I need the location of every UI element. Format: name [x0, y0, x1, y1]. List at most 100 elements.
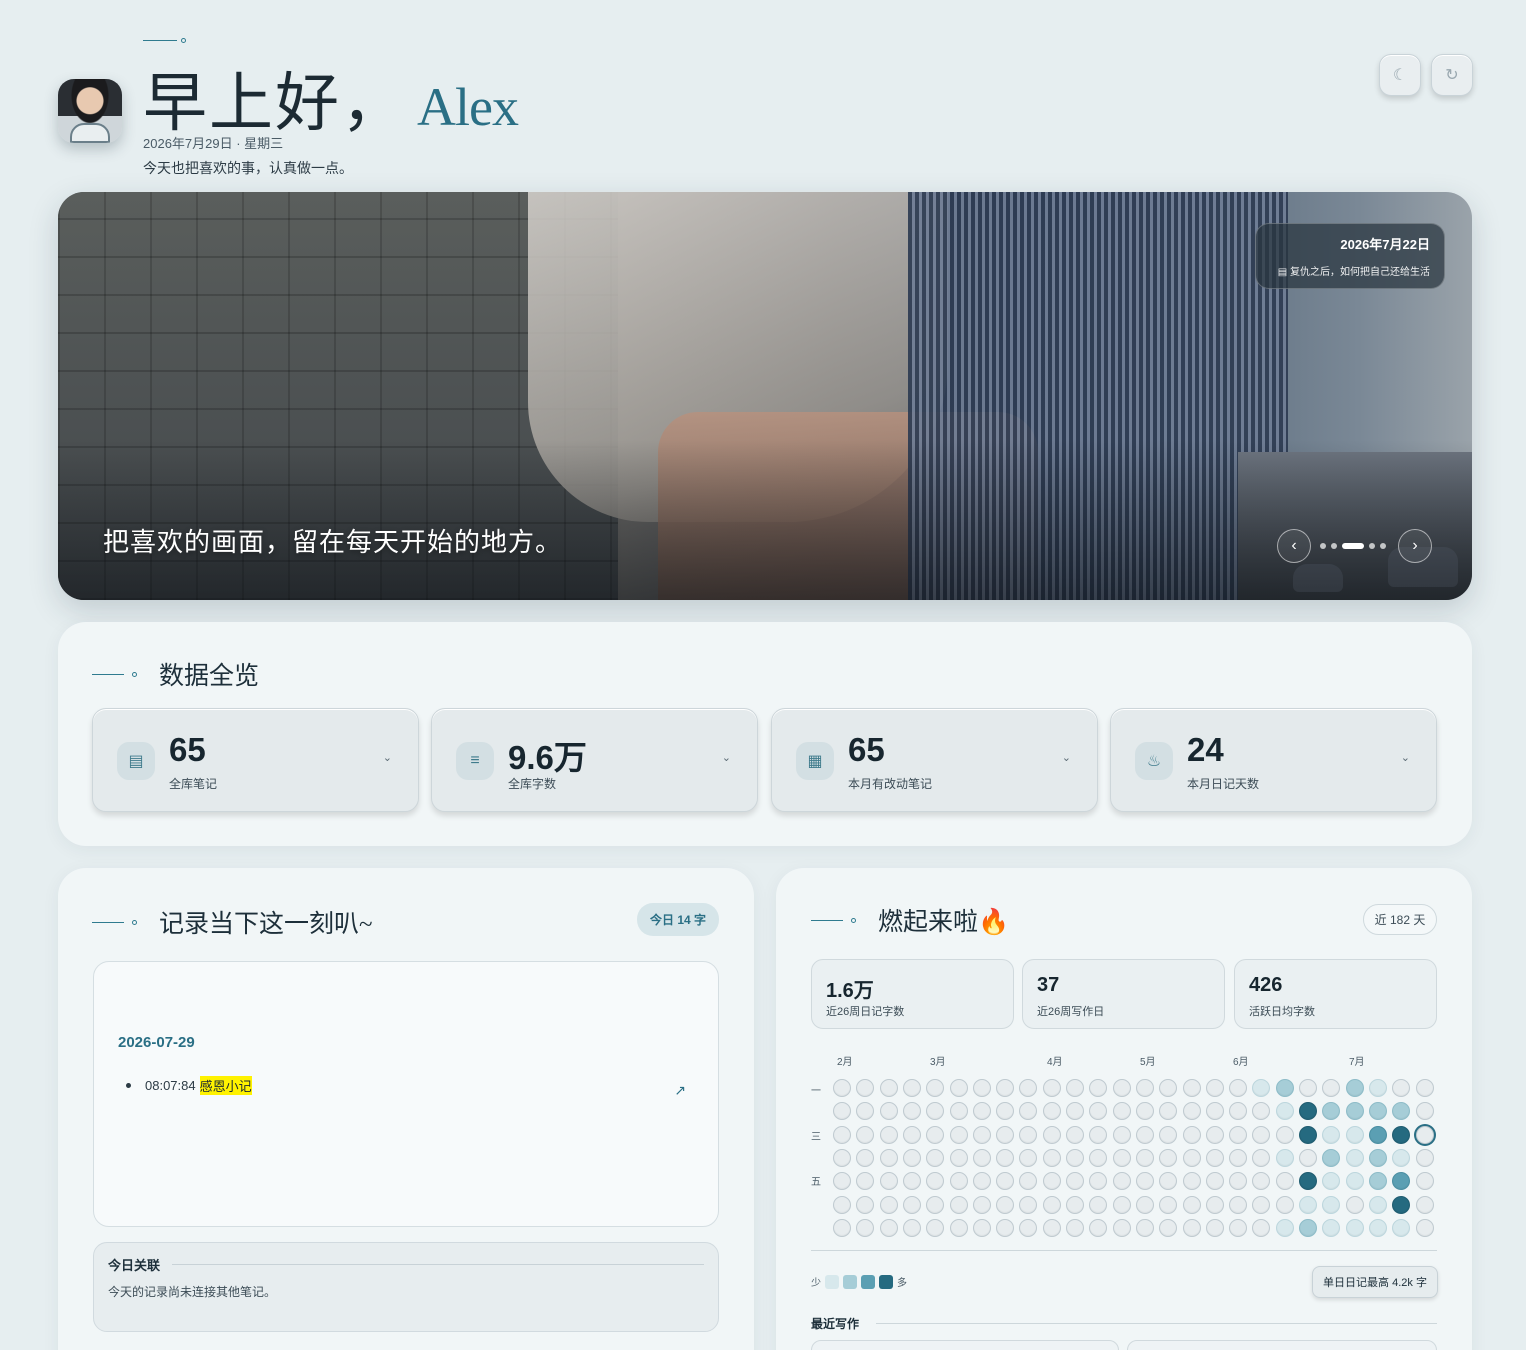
heatmap-cell[interactable]	[1392, 1079, 1411, 1097]
heatmap-cell[interactable]	[1205, 1102, 1224, 1121]
heatmap-cell[interactable]	[1299, 1148, 1317, 1167]
heatmap-cell[interactable]	[1066, 1125, 1084, 1144]
heatmap-cell[interactable]	[833, 1125, 851, 1144]
heatmap-cell[interactable]	[1089, 1102, 1108, 1121]
hero-dot[interactable]	[1380, 543, 1386, 549]
heatmap-cell[interactable]	[1368, 1125, 1387, 1144]
heatmap-cell[interactable]	[879, 1125, 898, 1144]
heatmap-cell[interactable]	[949, 1148, 968, 1167]
heatmap-cell[interactable]	[1392, 1125, 1411, 1144]
heatmap-cell[interactable]	[1066, 1218, 1084, 1237]
heatmap-cell[interactable]	[1368, 1079, 1387, 1097]
heatmap-cell[interactable]	[972, 1079, 991, 1097]
heatmap-cell[interactable]	[996, 1172, 1015, 1191]
heatmap-cell[interactable]	[1275, 1148, 1294, 1167]
heatmap-cell[interactable]	[1042, 1172, 1061, 1191]
refresh-button[interactable]: ↻	[1431, 54, 1473, 96]
heatmap-cell[interactable]	[1252, 1079, 1271, 1097]
hero-dot[interactable]	[1331, 543, 1337, 549]
heatmap-cell[interactable]	[833, 1102, 851, 1121]
heatmap-cell[interactable]	[902, 1172, 921, 1191]
heatmap-cell[interactable]	[926, 1079, 945, 1097]
heatmap-cell[interactable]	[1229, 1148, 1248, 1167]
heatmap-cell[interactable]	[856, 1102, 875, 1121]
heatmap-cell[interactable]	[949, 1218, 968, 1237]
recent-card[interactable]	[1127, 1340, 1437, 1350]
max-words-button[interactable]: 单日日记最高 4.2k 字	[1312, 1266, 1438, 1298]
heatmap-cell[interactable]	[1322, 1079, 1341, 1097]
heatmap-cell[interactable]	[972, 1125, 991, 1144]
chevron-down-icon[interactable]: ⌄	[1062, 751, 1071, 764]
heatmap-cell[interactable]	[1275, 1195, 1294, 1214]
heatmap-cell[interactable]	[902, 1195, 921, 1214]
heatmap-cell[interactable]	[1368, 1195, 1387, 1214]
heatmap-cell[interactable]	[1089, 1218, 1108, 1237]
heatmap-cell[interactable]	[1229, 1125, 1248, 1144]
heatmap-cell[interactable]	[1368, 1172, 1387, 1191]
heatmap-cell[interactable]	[926, 1195, 945, 1214]
heatmap-cell[interactable]	[1415, 1079, 1434, 1097]
heatmap-cell[interactable]	[996, 1102, 1015, 1121]
heatmap-cell[interactable]	[1182, 1102, 1201, 1121]
heatmap-cell[interactable]	[1019, 1218, 1038, 1237]
heatmap-cell[interactable]	[1322, 1102, 1341, 1121]
heatmap-cell[interactable]	[879, 1079, 898, 1097]
heatmap-cell[interactable]	[1089, 1195, 1108, 1214]
heatmap-cell[interactable]	[902, 1125, 921, 1144]
heatmap-cell[interactable]	[1229, 1172, 1248, 1191]
heatmap-cell[interactable]	[1299, 1102, 1317, 1121]
heatmap-cell[interactable]	[972, 1148, 991, 1167]
heatmap-cell[interactable]	[1042, 1125, 1061, 1144]
heatmap-cell[interactable]	[1205, 1125, 1224, 1144]
heatmap-cell[interactable]	[1252, 1172, 1271, 1191]
hero-banner[interactable]: 把喜欢的画面，留在每天开始的地方。 2026年7月22日 ▤ 复仇之后，如何把自…	[58, 192, 1472, 600]
heatmap-cell[interactable]	[949, 1125, 968, 1144]
stat-card-words[interactable]: ≡ 9.6万 全库字数 ⌄	[431, 708, 758, 812]
heatmap-cell[interactable]	[902, 1218, 921, 1237]
heatmap-cell[interactable]	[1299, 1079, 1317, 1097]
heatmap-cell[interactable]	[1368, 1218, 1387, 1237]
heatmap-cell[interactable]	[1019, 1195, 1038, 1214]
heatmap-cell[interactable]	[1299, 1172, 1317, 1191]
heatmap-cell[interactable]	[1229, 1218, 1248, 1237]
heatmap-cell[interactable]	[1135, 1102, 1154, 1121]
hero-dot[interactable]	[1320, 543, 1326, 549]
heatmap-cell[interactable]	[1112, 1195, 1131, 1214]
hero-dot[interactable]	[1369, 543, 1375, 549]
hero-dot-active[interactable]	[1342, 543, 1364, 549]
heatmap-cell[interactable]	[1205, 1172, 1224, 1191]
heatmap-cell[interactable]	[833, 1079, 851, 1097]
heatmap-cell[interactable]	[1112, 1125, 1131, 1144]
heatmap-cell[interactable]	[1368, 1148, 1387, 1167]
heatmap-cell[interactable]	[1089, 1148, 1108, 1167]
heatmap-cell[interactable]	[926, 1102, 945, 1121]
heatmap-cell[interactable]	[1019, 1172, 1038, 1191]
heatmap-cell[interactable]	[1229, 1102, 1248, 1121]
heatmap-cell[interactable]	[1322, 1195, 1341, 1214]
heatmap-cell[interactable]	[1159, 1102, 1178, 1121]
heatmap-cell[interactable]	[1042, 1195, 1061, 1214]
stat-card-diary-days[interactable]: ♨ 24 本月日记天数 ⌄	[1110, 708, 1437, 812]
heatmap-cell[interactable]	[1415, 1172, 1434, 1191]
heatmap-cell[interactable]	[1159, 1079, 1178, 1097]
heatmap-cell[interactable]	[926, 1172, 945, 1191]
heatmap-cell[interactable]	[996, 1125, 1015, 1144]
hero-pagination[interactable]	[1320, 543, 1386, 549]
heatmap-cell[interactable]	[1112, 1079, 1131, 1097]
heatmap-cell[interactable]	[972, 1172, 991, 1191]
heatmap-cell[interactable]	[972, 1218, 991, 1237]
heatmap-cell[interactable]	[1182, 1148, 1201, 1167]
heatmap-cell[interactable]	[1182, 1195, 1201, 1214]
heatmap-cell[interactable]	[1135, 1148, 1154, 1167]
stat-card-notes[interactable]: ▤ 65 全库笔记 ⌄	[92, 708, 419, 812]
heatmap-cell[interactable]	[1275, 1172, 1294, 1191]
heatmap-cell[interactable]	[1112, 1148, 1131, 1167]
heatmap-cell[interactable]	[1066, 1148, 1084, 1167]
heatmap-cell[interactable]	[1159, 1218, 1178, 1237]
heatmap-cell[interactable]	[1415, 1218, 1434, 1237]
heatmap-cell[interactable]	[1205, 1218, 1224, 1237]
heatmap-cell[interactable]	[1042, 1079, 1061, 1097]
heatmap-cell[interactable]	[1252, 1125, 1271, 1144]
heatmap-cell[interactable]	[833, 1172, 851, 1191]
heatmap-cell[interactable]	[833, 1218, 851, 1237]
